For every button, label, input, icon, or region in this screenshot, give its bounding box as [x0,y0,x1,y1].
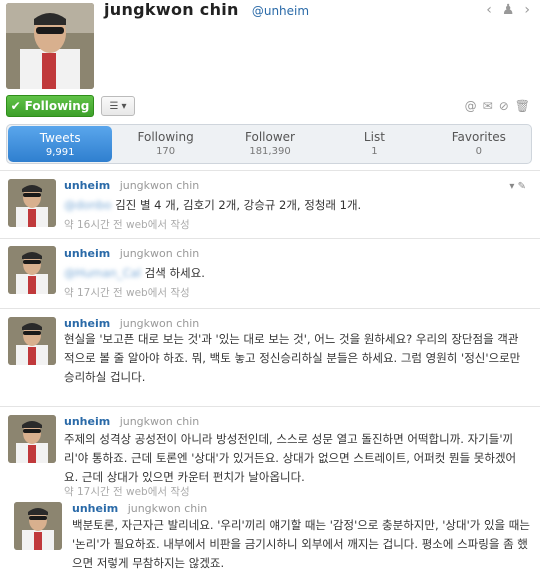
nav-icons: ‹ ♟ › [486,2,530,18]
block-icon[interactable]: ⊘ [499,99,509,113]
tweet-avatar[interactable] [8,317,56,365]
tweet-item[interactable]: unheim jungkwon chin 현실을 '보고픈 대로 보는 것'과 … [0,308,540,407]
tweet-avatar[interactable] [8,246,56,294]
tweet-header: unheim jungkwon chin [64,317,199,330]
tab-tweets[interactable]: Tweets 9,991 [8,126,113,162]
tweet-username[interactable]: unheim [64,179,110,192]
list-icon: ☰ [109,100,119,112]
tweet-header: unheim jungkwon chin [64,415,199,428]
tab-count: 170 [156,146,176,157]
tab-list[interactable]: List 1 [322,125,426,163]
tweet-text: @Human_Cal 검색 하세요. [64,264,528,283]
tweet-body: 검색 하세요. [144,266,205,280]
profile-full-name: jungkwon chin [104,0,239,19]
chevron-down-icon[interactable]: ▾ [509,181,514,192]
tweet-fullname: jungkwon chin [119,415,200,428]
chevron-down-icon: ▾ [121,100,127,112]
tweet-tools: ▾ ✎ [509,181,526,192]
profile-handle[interactable]: @unheim [252,4,309,18]
following-label: Following [24,99,90,113]
tab-label: Follower [245,130,295,144]
tweet-mention[interactable]: @donbo [64,198,111,212]
profile-actions: @ ✉ ⊘ 🗑 [465,99,530,113]
tweet-body: 현실을 '보고픈 대로 보는 것'과 '있는 대로 보는 것', 어느 것을 원… [64,332,521,384]
tweet-header: unheim jungkwon chin [64,179,199,192]
tweet-meta[interactable]: 약 16시간 전 web에서 작성 [64,217,190,232]
tab-label: List [363,130,385,144]
tweet-username[interactable]: unheim [72,502,118,515]
profile-avatar[interactable] [6,3,94,89]
following-button[interactable]: ✔ Following [6,95,94,117]
tweet-item[interactable]: unheim jungkwon chin 주제의 성격상 공성전이 아니라 방성… [0,406,540,498]
tab-count: 181,390 [249,146,291,157]
tweet-fullname: jungkwon chin [119,317,200,330]
profile-stats-tabs: Tweets 9,991 Following 170 Follower 181,… [6,124,532,164]
tweet-avatar[interactable] [14,502,62,550]
tweet-meta[interactable]: 약 17시간 전 web에서 작성 [64,285,190,300]
tab-follower[interactable]: Follower 181,390 [218,125,322,163]
tweet-body: 주제의 성격상 공성전이 아니라 방성전인데, 스스로 성문 열고 돌진하면 어… [64,432,517,484]
list-menu-button[interactable]: ☰ ▾ [101,96,135,116]
tweet-text: @donbo 김진 별 4 개, 김호기 2개, 강승규 2개, 정청래 1개. [64,196,528,215]
tweet-fullname: jungkwon chin [119,179,200,192]
tweet-item[interactable]: unheim jungkwon chin 백분토론, 자근자근 발리네요. '우… [0,494,540,570]
tab-count: 9,991 [45,147,75,158]
back-arrow-icon[interactable]: ‹ [486,2,492,18]
delete-icon[interactable]: 🗑 [515,99,530,113]
follow-person-icon[interactable]: ♟ [502,2,515,18]
tweet-avatar[interactable] [8,415,56,463]
tweet-username[interactable]: unheim [64,247,110,260]
tweet-mention[interactable]: @Human_Cal [64,266,141,280]
message-icon[interactable]: ✉ [483,99,493,113]
reply-icon[interactable]: ✎ [518,181,526,192]
tweet-item[interactable]: unheim jungkwon chin @Human_Cal 검색 하세요. … [0,238,540,309]
forward-arrow-icon[interactable]: › [524,2,530,18]
tweet-username[interactable]: unheim [64,415,110,428]
tweet-header: unheim jungkwon chin [72,502,207,515]
tweet-username[interactable]: unheim [64,317,110,330]
mention-icon[interactable]: @ [465,99,477,113]
tweet-fullname: jungkwon chin [127,502,208,515]
tab-count: 0 [475,146,483,157]
tweet-body: 백분토론, 자근자근 발리네요. '우리'끼리 얘기할 때는 '감정'으로 충분… [72,518,530,570]
tab-following[interactable]: Following 170 [113,125,217,163]
profile-name-row: jungkwon chin @unheim [104,0,309,20]
tweet-body: 김진 별 4 개, 김호기 2개, 강승규 2개, 정청래 1개. [115,198,362,212]
tab-label: Favorites [451,130,506,144]
tab-count: 1 [371,146,378,157]
tweet-avatar[interactable] [8,179,56,227]
tweet-fullname: jungkwon chin [119,247,200,260]
tab-label: Tweets [39,131,81,145]
tab-label: Following [137,130,194,144]
tab-favorites[interactable]: Favorites 0 [427,125,531,163]
tweet-item[interactable]: unheim jungkwon chin ▾ ✎ @donbo 김진 별 4 개… [0,170,540,239]
check-icon: ✔ [10,99,21,113]
tweet-header: unheim jungkwon chin [64,247,199,260]
